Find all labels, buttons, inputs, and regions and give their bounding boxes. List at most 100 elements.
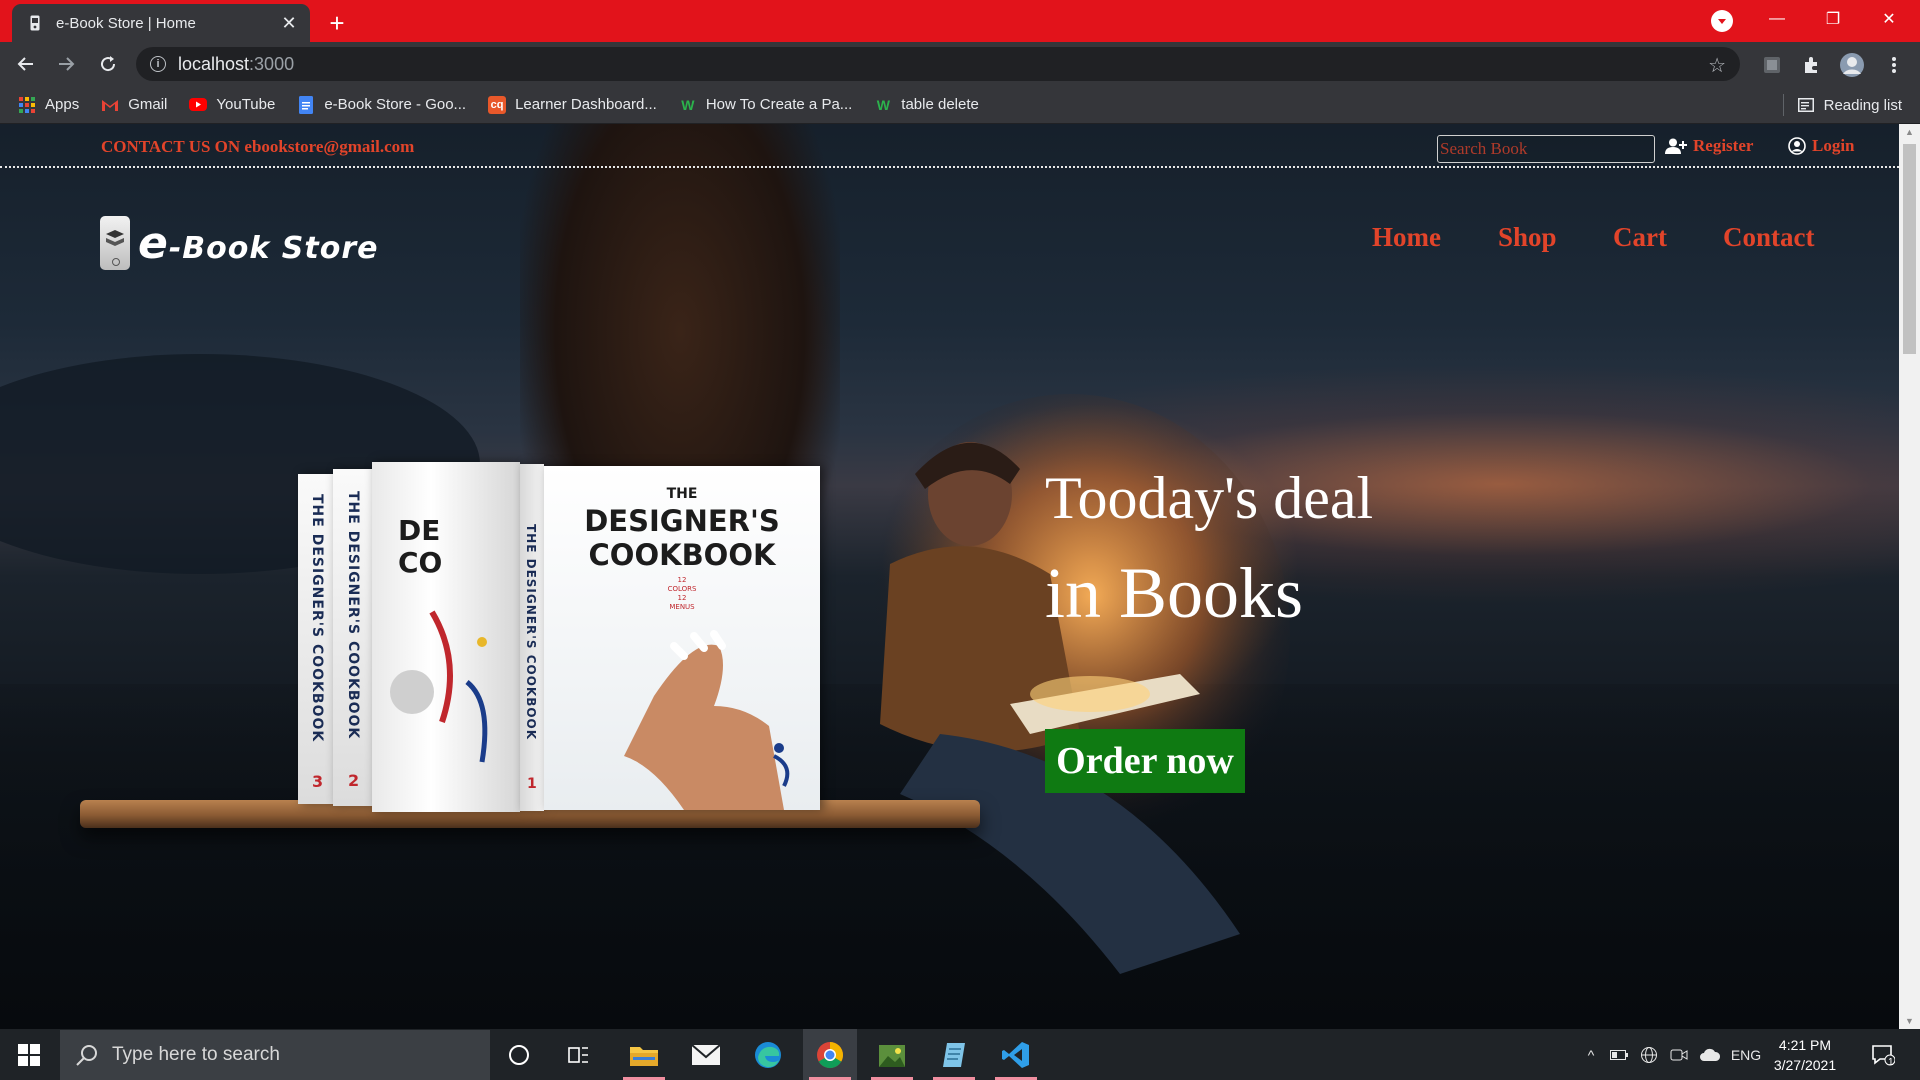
bookmark-youtube[interactable]: YouTube bbox=[189, 96, 275, 114]
w-icon: W bbox=[876, 96, 890, 113]
scroll-down-arrow-icon[interactable]: ▼ bbox=[1899, 1013, 1920, 1029]
restore-button[interactable]: ❐ bbox=[1810, 0, 1856, 38]
file-explorer-icon bbox=[630, 1046, 658, 1066]
book-number: 2 bbox=[348, 771, 360, 790]
reading-list-button[interactable]: Reading list bbox=[1782, 86, 1902, 124]
mail-button[interactable] bbox=[679, 1029, 733, 1080]
cq-icon: cq bbox=[488, 95, 507, 114]
bookmark-table-delete[interactable]: W table delete bbox=[874, 96, 979, 114]
network-globe-icon[interactable] bbox=[1634, 1046, 1664, 1064]
notification-count: 1 bbox=[1888, 1057, 1894, 1068]
register-label: Register bbox=[1693, 136, 1754, 155]
start-button[interactable] bbox=[0, 1029, 58, 1080]
book-slipcase: DE CO bbox=[372, 462, 520, 812]
google-docs-icon bbox=[297, 95, 315, 114]
tray-chevron-up-icon[interactable]: ^ bbox=[1578, 1047, 1604, 1063]
bookmark-label: How To Create a Pa... bbox=[705, 96, 853, 113]
hero-section: CONTACT US ON ebookstore@gmail.com Regis… bbox=[0, 124, 1899, 1029]
onedrive-cloud-icon[interactable] bbox=[1694, 1048, 1726, 1062]
contact-email-text: CONTACT US ON ebookstore@gmail.com bbox=[101, 137, 415, 156]
window-close-button[interactable]: ✕ bbox=[1866, 0, 1912, 38]
taskbar-search-placeholder: Type here to search bbox=[112, 1044, 280, 1065]
photo-icon bbox=[879, 1044, 905, 1067]
task-view-icon bbox=[568, 1046, 588, 1063]
bookmark-label: e-Book Store - Goo... bbox=[324, 96, 467, 113]
bookmark-gmail[interactable]: Gmail bbox=[101, 96, 167, 114]
clock-date: 3/27/2021 bbox=[1773, 1057, 1837, 1073]
site-info-icon[interactable]: i bbox=[150, 56, 166, 72]
chrome-icon bbox=[817, 1041, 844, 1068]
address-bar[interactable]: i localhost:3000 ☆ bbox=[136, 47, 1740, 81]
taskbar-search-box[interactable]: Type here to search bbox=[60, 1030, 490, 1080]
clock-time: 4:21 PM bbox=[1778, 1037, 1832, 1053]
file-explorer-button[interactable] bbox=[617, 1029, 671, 1080]
action-center-button[interactable]: 1 bbox=[1858, 1029, 1908, 1080]
book-2: THE DESIGNER'S COOKBOOK 2 bbox=[333, 469, 373, 806]
edge-browser-button[interactable] bbox=[741, 1029, 795, 1080]
profile-avatar-icon[interactable] bbox=[1839, 52, 1865, 78]
nav-shop[interactable]: Shop bbox=[1498, 222, 1557, 253]
ebook-device-icon bbox=[100, 216, 130, 270]
reading-list-icon bbox=[1797, 98, 1814, 112]
vscode-icon bbox=[1002, 1041, 1029, 1068]
system-clock[interactable]: 4:21 PM 3/27/2021 bbox=[1762, 1035, 1848, 1075]
language-indicator[interactable]: ENG bbox=[1726, 1047, 1766, 1063]
bookmarks-bar: Apps Gmail YouTube e-Book Store - Goo...… bbox=[0, 86, 1920, 124]
nav-home[interactable]: Home bbox=[1372, 222, 1441, 253]
reload-button[interactable] bbox=[92, 48, 124, 80]
youtube-icon bbox=[189, 96, 208, 114]
nav-cart[interactable]: Cart bbox=[1613, 222, 1667, 253]
bookmark-label: Gmail bbox=[128, 96, 168, 113]
url-host: localhost bbox=[178, 53, 250, 74]
chrome-profile-indicator-icon[interactable] bbox=[1711, 10, 1733, 32]
book-spine-title: THE DESIGNER'S COOKBOOK bbox=[309, 494, 325, 743]
bookmark-ebook-store-doc[interactable]: e-Book Store - Goo... bbox=[297, 95, 467, 114]
bookmark-how-to-create[interactable]: W How To Create a Pa... bbox=[679, 96, 852, 114]
scroll-thumb[interactable] bbox=[1903, 144, 1916, 354]
new-tab-button[interactable]: + bbox=[322, 8, 352, 38]
windows-logo-icon bbox=[18, 1043, 40, 1066]
register-link[interactable]: Register bbox=[1665, 136, 1753, 156]
bookmark-learner-dashboard[interactable]: cq Learner Dashboard... bbox=[488, 95, 657, 114]
page-scrollbar[interactable]: ▲ ▼ bbox=[1899, 124, 1920, 1029]
task-view-button[interactable] bbox=[552, 1029, 606, 1080]
bookmark-apps[interactable]: Apps bbox=[18, 96, 79, 114]
chrome-menu-icon[interactable] bbox=[1881, 52, 1907, 78]
vscode-button[interactable] bbox=[989, 1029, 1043, 1080]
book-spine-title: THE DESIGNER'S COOKBOOK bbox=[345, 491, 361, 740]
user-circle-icon bbox=[1788, 137, 1806, 155]
scroll-up-arrow-icon[interactable]: ▲ bbox=[1899, 124, 1920, 140]
w-icon: W bbox=[681, 96, 695, 113]
extension-icon[interactable] bbox=[1759, 52, 1785, 78]
search-book-input[interactable] bbox=[1437, 135, 1655, 163]
edge-icon bbox=[755, 1041, 781, 1068]
image-viewer-button[interactable] bbox=[865, 1029, 919, 1080]
login-link[interactable]: Login bbox=[1788, 136, 1855, 156]
cortana-circle-icon bbox=[509, 1044, 529, 1065]
back-button[interactable] bbox=[10, 48, 42, 80]
logo-e: e bbox=[138, 217, 169, 269]
book-3: THE DESIGNER'S COOKBOOK 3 bbox=[298, 474, 336, 804]
bookmark-label: Apps bbox=[45, 96, 80, 113]
gmail-icon bbox=[101, 96, 119, 114]
order-now-button[interactable]: Order now bbox=[1045, 729, 1245, 793]
meet-now-icon[interactable] bbox=[1664, 1047, 1694, 1063]
mail-envelope-icon bbox=[691, 1043, 721, 1065]
bookmarks-divider bbox=[1782, 94, 1784, 116]
ebook-favicon-icon bbox=[28, 15, 42, 31]
minimize-button[interactable]: ― bbox=[1754, 0, 1800, 38]
logo-text: e-Book Store bbox=[138, 218, 378, 269]
extensions-puzzle-icon[interactable] bbox=[1799, 52, 1825, 78]
site-logo[interactable]: e-Book Store bbox=[100, 216, 378, 270]
browser-tabstrip: e-Book Store | Home ✕ + ― ❐ ✕ bbox=[0, 0, 1920, 42]
browser-tab-active[interactable]: e-Book Store | Home ✕ bbox=[12, 4, 310, 42]
tab-close-icon[interactable]: ✕ bbox=[278, 12, 300, 34]
bookmark-star-icon[interactable]: ☆ bbox=[1708, 53, 1726, 78]
chrome-button[interactable] bbox=[803, 1029, 857, 1080]
forward-button[interactable] bbox=[50, 48, 82, 80]
notepad-button[interactable] bbox=[927, 1029, 981, 1080]
battery-icon[interactable] bbox=[1604, 1049, 1634, 1060]
url-port: :3000 bbox=[249, 53, 295, 74]
nav-contact[interactable]: Contact bbox=[1723, 222, 1814, 253]
cortana-button[interactable] bbox=[492, 1029, 546, 1080]
